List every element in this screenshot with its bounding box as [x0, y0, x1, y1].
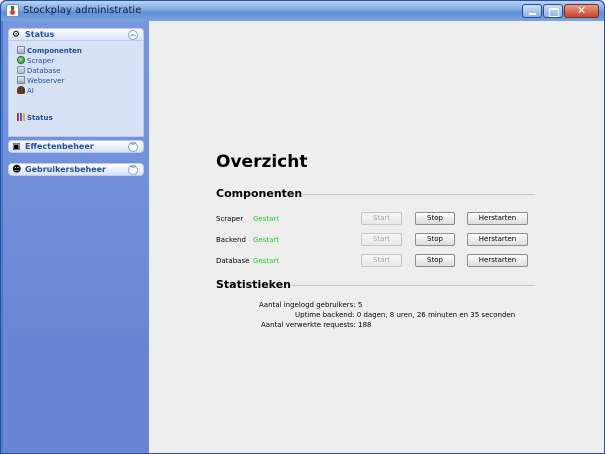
sidebar-item-database[interactable]: Database: [17, 66, 60, 76]
stat-backend-uptime: Uptime backend: 0 dagen, 8 uren, 26 minu…: [295, 311, 516, 319]
gebruikersbeheer-panel-title: Gebruikersbeheer: [25, 165, 106, 174]
statistics-divider: [291, 285, 535, 286]
chevron-down-icon[interactable]: ︾: [128, 142, 138, 152]
sidebar-item-webserver[interactable]: Webserver: [17, 76, 64, 86]
window-title: Stockplay administratie: [23, 5, 142, 16]
component-status-database: Gestart: [253, 257, 280, 265]
start-button-backend[interactable]: Start: [361, 233, 402, 246]
component-status-scraper: Gestart: [253, 215, 280, 223]
sidebar: ⚙ Status ︽ Componenten Scraper Database …: [3, 21, 149, 453]
server-icon: [17, 46, 25, 54]
close-button[interactable]: ✕: [564, 4, 599, 18]
stat-processed-requests: Aantal verwerkte requests: 188: [261, 321, 372, 329]
start-button-scraper[interactable]: Start: [361, 212, 402, 225]
components-divider: [301, 194, 535, 195]
maximize-button[interactable]: [543, 4, 563, 18]
chevron-up-icon[interactable]: ︽: [128, 30, 138, 40]
effectenbeheer-panel: ▣ Effectenbeheer ︾: [8, 140, 144, 153]
sidebar-item-scraper[interactable]: Scraper: [17, 56, 54, 66]
component-name-database: Database: [216, 257, 250, 265]
title-bar[interactable]: Stockplay administratie ✕: [1, 1, 604, 21]
statistics-section-title: Statistieken: [216, 278, 291, 291]
minimize-button[interactable]: [522, 4, 542, 18]
effectenbeheer-panel-header[interactable]: ▣ Effectenbeheer ︾: [8, 140, 144, 153]
start-button-database[interactable]: Start: [361, 254, 402, 267]
chevron-down-icon[interactable]: ︾: [128, 165, 138, 175]
main-content: Overzicht Componenten Scraper Gestart St…: [149, 21, 604, 453]
status-panel-body: Componenten Scraper Database Webserver A…: [8, 41, 144, 137]
restart-button-backend[interactable]: Herstarten: [467, 233, 528, 246]
globe-icon: [17, 56, 25, 64]
stat-logged-in-users: Aantal ingelogd gebruikers: 5: [259, 301, 363, 309]
database-icon: [17, 66, 25, 74]
components-section-title: Componenten: [216, 187, 303, 200]
app-icon: [6, 4, 19, 17]
page-title: Overzicht: [216, 152, 308, 172]
component-name-backend: Backend: [216, 236, 246, 244]
close-icon: ✕: [576, 4, 587, 17]
stocks-icon: ▣: [12, 142, 21, 152]
sidebar-item-status[interactable]: Status: [17, 113, 53, 123]
restart-button-database[interactable]: Herstarten: [467, 254, 528, 267]
effectenbeheer-panel-title: Effectenbeheer: [25, 142, 94, 151]
gebruikersbeheer-panel: ☻ Gebruikersbeheer ︾: [8, 163, 144, 176]
server-icon: [17, 76, 25, 84]
ai-icon: [17, 86, 25, 94]
restart-button-scraper[interactable]: Herstarten: [467, 212, 528, 225]
status-panel: ⚙ Status ︽ Componenten Scraper Database …: [8, 28, 144, 137]
bar-chart-icon: [17, 113, 25, 121]
component-name-scraper: Scraper: [216, 215, 244, 223]
gebruikersbeheer-panel-header[interactable]: ☻ Gebruikersbeheer ︾: [8, 163, 144, 176]
status-panel-title: Status: [25, 30, 55, 39]
user-icon: ☻: [12, 165, 22, 175]
application-window: Stockplay administratie ✕ ⚙ Status ︽ Com…: [0, 0, 605, 454]
stop-button-database[interactable]: Stop: [415, 254, 455, 267]
component-status-backend: Gestart: [253, 236, 280, 244]
sidebar-item-ai[interactable]: AI: [17, 86, 34, 96]
status-panel-header[interactable]: ⚙ Status ︽: [8, 28, 144, 41]
stop-button-backend[interactable]: Stop: [415, 233, 455, 246]
stop-button-scraper[interactable]: Stop: [415, 212, 455, 225]
sidebar-item-componenten[interactable]: Componenten: [17, 46, 82, 56]
gear-icon: ⚙: [12, 30, 21, 40]
